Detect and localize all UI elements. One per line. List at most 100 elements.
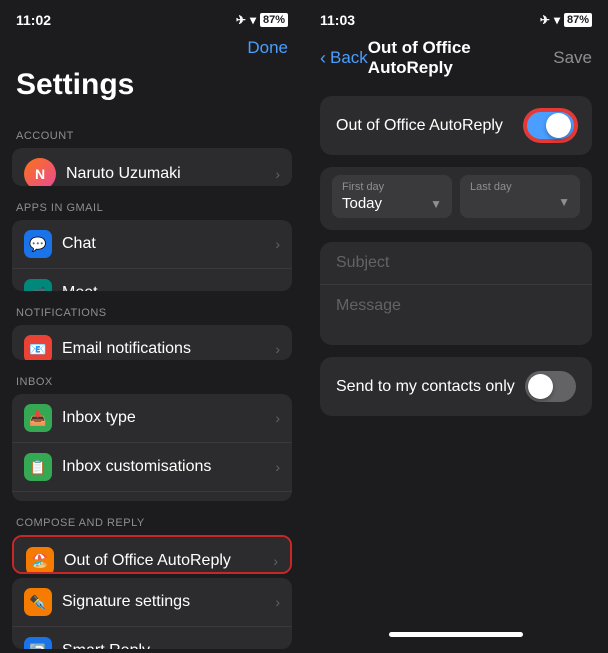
contacts-label: Send to my contacts only [336, 378, 515, 396]
done-button[interactable]: Done [247, 38, 288, 58]
date-row: First day Today ▼ Last day ▼ [320, 167, 592, 230]
inbox-type-icon: 📥 [24, 404, 52, 432]
inbox-custom-chevron-icon: › [275, 459, 280, 475]
airplane-right-icon: ✈ [540, 13, 550, 27]
notifications-list: 📧 Email notifications › [12, 325, 292, 360]
back-button[interactable]: ‹ Back [320, 48, 368, 69]
status-bar-left: 11:02 ✈ ▾ 87% [0, 0, 304, 34]
back-label: Back [330, 48, 368, 68]
contacts-toggle-thumb [528, 374, 553, 399]
smart-reply-chevron-icon: › [275, 643, 280, 649]
email-notifications-label: Email notifications [62, 340, 275, 358]
first-day-chevron-icon: ▼ [430, 197, 442, 211]
compose-list: ✒️ Signature settings › ↩️ Smart Reply › [12, 578, 292, 649]
battery-right-icon: 87% [564, 13, 592, 27]
contacts-card: Send to my contacts only [320, 357, 592, 416]
account-chevron-icon: › [275, 166, 280, 182]
last-day-chevron-icon: ▼ [558, 195, 570, 209]
signature-chevron-icon: › [275, 594, 280, 610]
signature-item[interactable]: ✒️ Signature settings › [12, 578, 292, 627]
smart-reply-icon: ↩️ [24, 637, 52, 649]
status-icons-right: ✈ ▾ 87% [540, 13, 592, 27]
status-bar-right: 11:03 ✈ ▾ 87% [304, 0, 608, 34]
right-content: Out of Office AutoReply First day Today … [304, 88, 608, 424]
right-panel: 11:03 ✈ ▾ 87% ‹ Back Out of Office AutoR… [304, 0, 608, 653]
email-notifications-item[interactable]: 📧 Email notifications › [12, 325, 292, 360]
smart-reply-item[interactable]: ↩️ Smart Reply › [12, 627, 292, 649]
inbox-type-chevron-icon: › [275, 410, 280, 426]
email-pref-item[interactable]: ✉️ Email preferences › [12, 492, 292, 501]
oof-label: Out of Office AutoReply [64, 552, 273, 570]
inbox-section-label: INBOX [0, 364, 304, 394]
inbox-type-item[interactable]: 📥 Inbox type › [12, 394, 292, 443]
compose-section-label: COMPOSE AND REPLY [0, 505, 304, 535]
oof-highlighted-container: 🏖️ Out of Office AutoReply › [12, 535, 292, 574]
wifi-right-icon: ▾ [554, 13, 560, 27]
back-chevron-icon: ‹ [320, 48, 326, 69]
last-day-label: Last day [470, 181, 570, 193]
oof-icon: 🏖️ [26, 547, 54, 574]
chat-label: Chat [62, 235, 275, 253]
message-placeholder: Message [336, 297, 401, 314]
time-left: 11:02 [16, 12, 51, 28]
inbox-type-label: Inbox type [62, 409, 275, 427]
meet-label: Meet [62, 284, 275, 291]
first-day-field[interactable]: First day Today ▼ [332, 175, 452, 218]
notifications-section-label: NOTIFICATIONS [0, 295, 304, 325]
signature-label: Signature settings [62, 593, 275, 611]
subject-placeholder: Subject [336, 254, 389, 271]
oof-toggle-label: Out of Office AutoReply [336, 117, 503, 135]
first-day-label: First day [342, 181, 442, 193]
toggle-thumb [546, 113, 571, 138]
account-section-label: ACCOUNT [0, 118, 304, 148]
oof-toggle-row: Out of Office AutoReply [320, 96, 592, 155]
first-day-value-row: Today ▼ [342, 195, 442, 212]
contacts-toggle-switch[interactable] [525, 371, 576, 402]
home-indicator [389, 632, 523, 637]
chat-icon: 💬 [24, 230, 52, 258]
right-panel-title: Out of Office AutoReply [368, 38, 553, 78]
inbox-custom-icon: 📋 [24, 453, 52, 481]
left-header: Done [0, 34, 304, 68]
message-field[interactable]: Message [320, 285, 592, 345]
subject-message-card: Subject Message [320, 242, 592, 345]
signature-icon: ✒️ [24, 588, 52, 616]
right-nav: ‹ Back Out of Office AutoReply Save [304, 34, 608, 88]
inbox-list: 📥 Inbox type › 📋 Inbox customisations › … [12, 394, 292, 501]
inbox-custom-label: Inbox customisations [62, 458, 275, 476]
last-day-value-row: ▼ [470, 195, 570, 209]
meet-item[interactable]: 📹 Meet › [12, 269, 292, 291]
email-notifications-chevron-icon: › [275, 341, 280, 357]
subject-field[interactable]: Subject [320, 242, 592, 285]
left-panel: 11:02 ✈ ▾ 87% Done Settings ACCOUNT N Na… [0, 0, 304, 653]
battery-icon: 87% [260, 13, 288, 27]
contacts-toggle-row: Send to my contacts only [320, 357, 592, 416]
apps-list: 💬 Chat › 📹 Meet › [12, 220, 292, 291]
save-button[interactable]: Save [553, 48, 592, 68]
account-item[interactable]: N Naruto Uzumaki › [12, 148, 292, 186]
wifi-icon: ▾ [250, 13, 256, 27]
chat-item[interactable]: 💬 Chat › [12, 220, 292, 269]
airplane-icon: ✈ [236, 13, 246, 27]
home-indicator-container [304, 424, 608, 653]
meet-chevron-icon: › [275, 285, 280, 291]
meet-icon: 📹 [24, 279, 52, 291]
account-name: Naruto Uzumaki [66, 165, 275, 183]
apps-section-label: APPS IN GMAIL [0, 190, 304, 220]
time-right: 11:03 [320, 12, 355, 28]
account-list: N Naruto Uzumaki › [12, 148, 292, 186]
date-card: First day Today ▼ Last day ▼ [320, 167, 592, 230]
page-title-left: Settings [0, 68, 304, 118]
email-notifications-icon: 📧 [24, 335, 52, 360]
inbox-custom-item[interactable]: 📋 Inbox customisations › [12, 443, 292, 492]
status-icons-left: ✈ ▾ 87% [236, 13, 288, 27]
chat-chevron-icon: › [275, 236, 280, 252]
oof-chevron-icon: › [273, 553, 278, 569]
last-day-field[interactable]: Last day ▼ [460, 175, 580, 218]
avatar: N [24, 158, 56, 186]
first-day-value: Today [342, 195, 382, 212]
oof-item[interactable]: 🏖️ Out of Office AutoReply › [14, 537, 290, 574]
smart-reply-label: Smart Reply [62, 642, 275, 649]
oof-toggle-switch[interactable] [525, 110, 576, 141]
oof-toggle-card: Out of Office AutoReply [320, 96, 592, 155]
